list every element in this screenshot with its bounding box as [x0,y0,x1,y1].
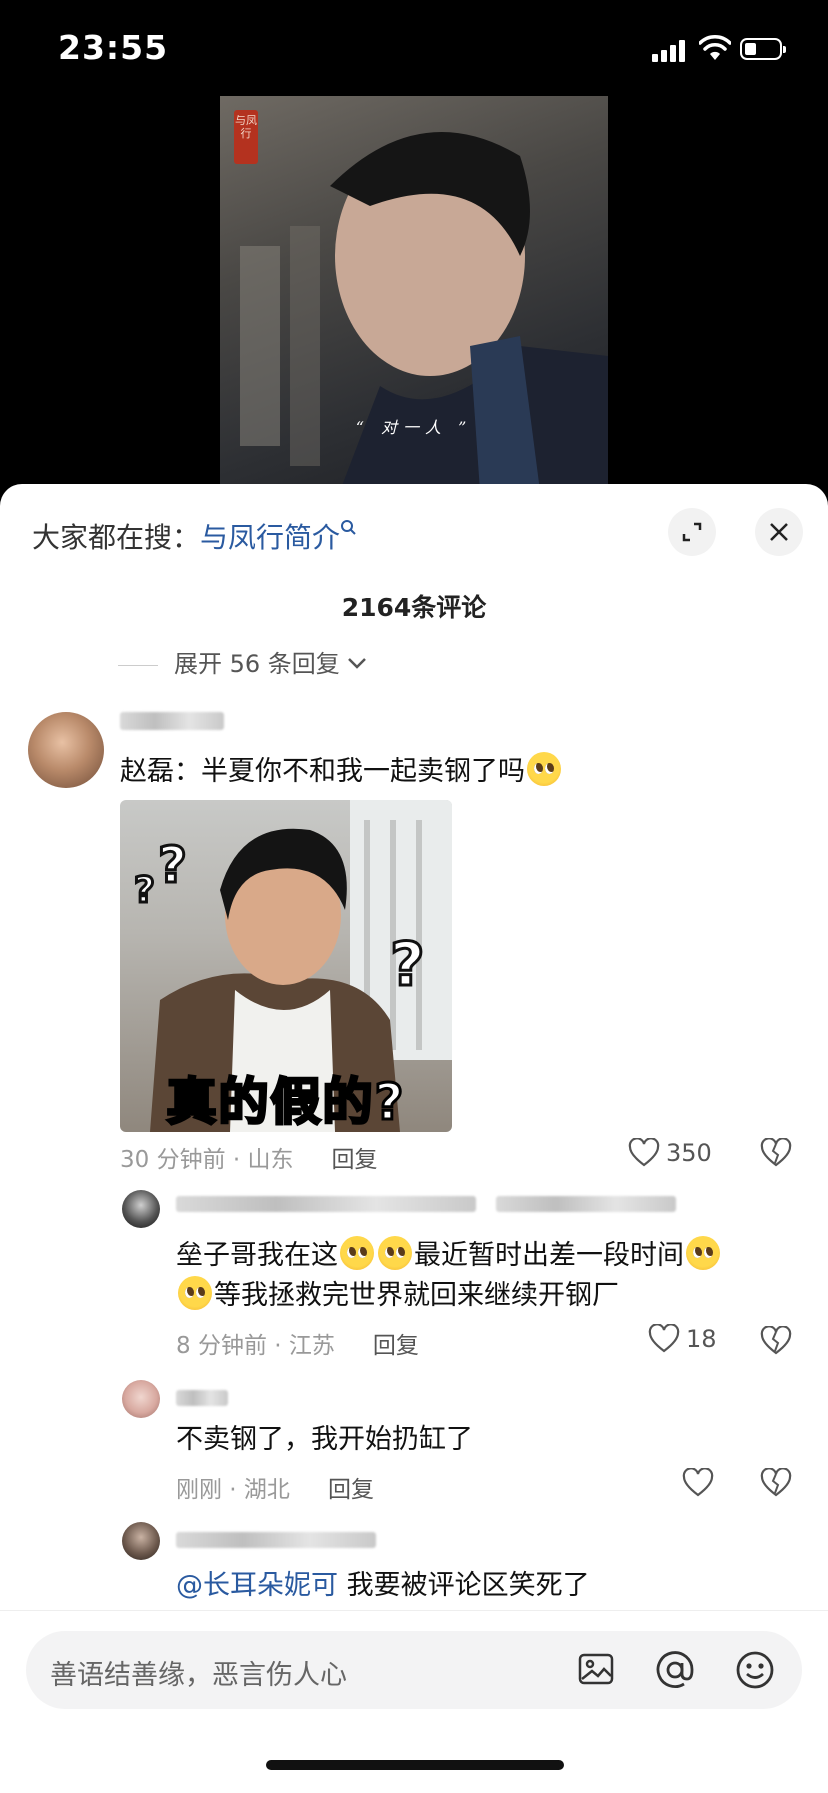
home-indicator[interactable] [266,1760,564,1770]
comment-time-location: 刚刚 · 湖北 [176,1477,290,1503]
comment-text: 赵磊：半夏你不和我一起卖钢了吗 [120,752,563,792]
pleading-face-icon [527,752,561,786]
comment-text-line1: 垒子哥我在这 [176,1240,338,1271]
comment-text: 垒子哥我在这 最近暂时出差一段时间 等我拯救完世界就回来继续开钢厂 [176,1236,722,1316]
broken-heart-icon[interactable] [760,1468,792,1498]
comment-text-line2: 等我拯救完世界就回来继续开钢厂 [214,1280,619,1311]
question-mark-icon: ? [389,929,427,1002]
avatar[interactable] [122,1522,160,1560]
image-icon[interactable] [576,1649,616,1689]
expand-replies[interactable]: 展开 56 条回复 [118,644,367,679]
comment-text-body: 我要被评论区笑死了 [338,1570,590,1601]
meme-image[interactable]: ? ? ? 真的假的? [120,800,452,1132]
pleading-face-icon [378,1236,412,1270]
username-blurred[interactable] [120,712,224,734]
video-player[interactable]: 与凤行 “ 对一人 ” [220,96,608,491]
battery-icon [740,38,786,60]
trending-search[interactable]: 大家都在搜：与凤行简介 [32,516,358,556]
divider [118,664,158,666]
meme-caption: 真的假的? [165,1072,406,1133]
heart-icon [648,1323,680,1353]
emoji-icon[interactable] [734,1649,776,1691]
broken-heart-icon[interactable] [760,1138,792,1168]
avatar[interactable] [122,1380,160,1418]
status-time: 23:55 [58,28,169,67]
pleading-face-icon [686,1236,720,1270]
close-button[interactable] [755,508,803,556]
expand-replies-label: 展开 56 条回复 [174,650,340,678]
search-icon [341,520,356,535]
pleading-face-icon [340,1236,374,1270]
close-icon [770,523,788,541]
video-caption: “ 对一人 ” [355,418,473,437]
reply-button[interactable]: 回复 [332,1147,378,1173]
comment-text: 不卖钢了，我开始扔缸了 [176,1424,473,1455]
comment-input-placeholder: 善语结善缘，恶言伤人心 [50,1660,347,1691]
question-mark-icon: ? [156,835,188,896]
comment-meta: 30 分钟前 · 山东 回复 [120,1140,378,1174]
comment-time-location: 30 分钟前 · 山东 [120,1147,294,1173]
username-blurred[interactable] [176,1532,376,1552]
trending-search-prefix: 大家都在搜： [32,521,201,554]
broken-heart-icon[interactable] [760,1326,792,1356]
comment-text-body: 赵磊：半夏你不和我一起卖钢了吗 [120,756,525,787]
reply-button[interactable]: 回复 [328,1477,374,1503]
comment-text: @长耳朵妮可 我要被评论区笑死了 [176,1566,590,1606]
heart-icon[interactable] [682,1468,714,1498]
expand-icon [682,522,702,542]
signal-icon [652,38,686,62]
comment-count: 2164条评论 [341,593,487,622]
wifi-icon [699,35,731,60]
chevron-down-icon [348,658,367,669]
question-mark-icon: ? [133,869,157,913]
comment-text-line1b: 最近暂时出差一段时间 [414,1240,684,1271]
status-bar: 23:55 [0,0,828,96]
comment-time-location: 8 分钟前 · 江苏 [176,1333,335,1359]
comment-meta: 刚刚 · 湖北 回复 [176,1470,374,1504]
like-button[interactable]: 18 [648,1323,717,1354]
heart-icon [628,1137,660,1167]
avatar[interactable] [122,1190,160,1228]
at-icon[interactable] [654,1649,696,1691]
pleading-face-icon [178,1276,212,1310]
comment-input[interactable]: 善语结善缘，恶言伤人心 [26,1631,802,1709]
user-mention[interactable]: @长耳朵妮可 [176,1570,338,1601]
expand-button[interactable] [668,508,716,556]
comment-meta: 8 分钟前 · 江苏 回复 [176,1326,419,1360]
username-blurred[interactable] [176,1390,228,1410]
like-count: 18 [686,1325,717,1353]
video-seal-logo: 与凤行 [234,110,258,164]
like-button[interactable]: 350 [628,1137,712,1168]
trending-search-keyword[interactable]: 与凤行简介 [200,521,340,554]
avatar[interactable] [28,712,104,788]
reply-button[interactable]: 回复 [373,1333,419,1359]
username-blurred[interactable] [176,1196,676,1216]
like-count: 350 [666,1139,712,1167]
